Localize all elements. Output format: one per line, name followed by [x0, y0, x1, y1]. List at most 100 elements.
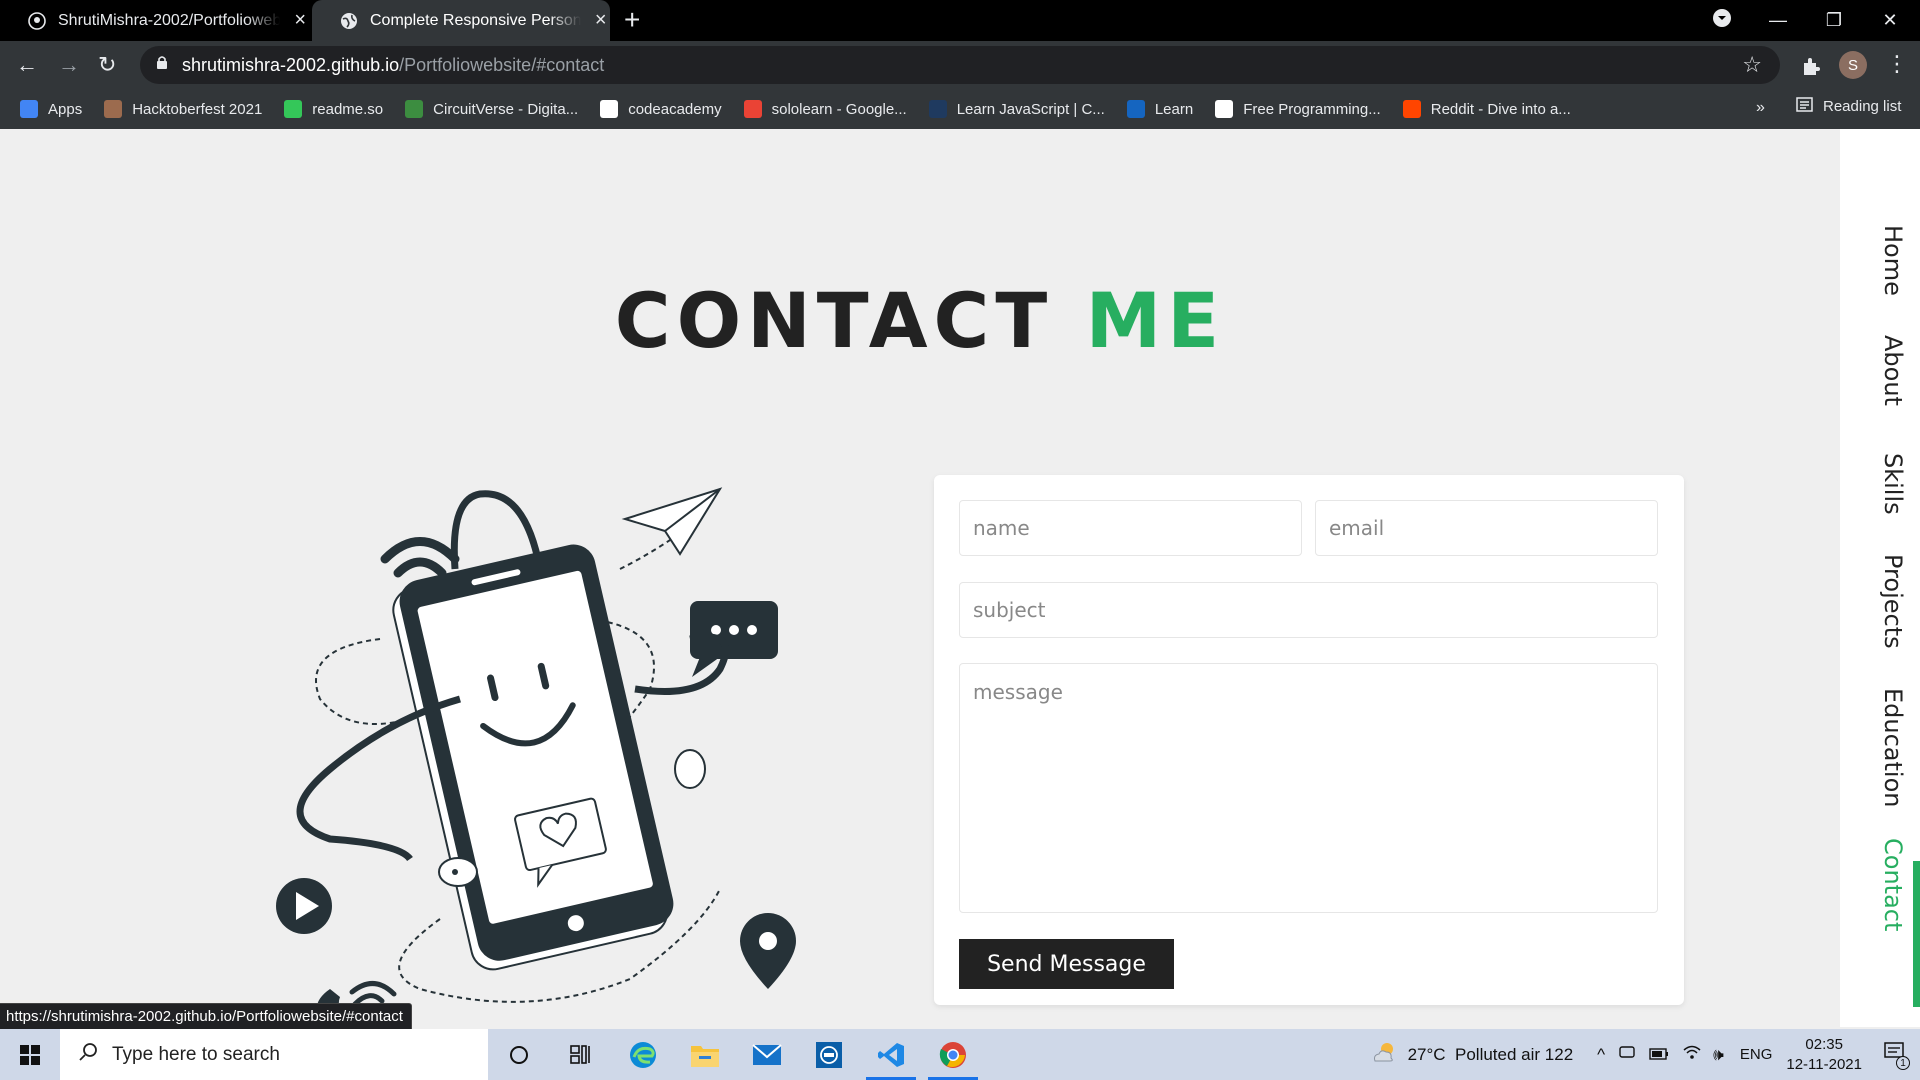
taskbar-search[interactable]: Type here to search — [60, 1029, 488, 1080]
bookmark-label: CircuitVerse - Digita... — [433, 100, 579, 118]
tab-portfolio[interactable]: Complete Responsive Personal Portfolio × — [312, 0, 610, 41]
bookmark-item[interactable]: Apps — [20, 100, 82, 118]
tab-github[interactable]: ShrutiMishra-2002/Portfoliowebsite × — [0, 0, 310, 41]
wifi-status-icon[interactable] — [1683, 1044, 1701, 1065]
forward-icon[interactable]: → — [58, 51, 80, 79]
bookmark-item[interactable]: Free Programming... — [1215, 100, 1381, 118]
profile-avatar[interactable]: S — [1839, 51, 1867, 79]
bookmarks-overflow-button[interactable]: » — [1756, 99, 1765, 117]
reload-icon[interactable]: ↻ — [98, 51, 116, 79]
browser-toolbar: ← → ↻ shrutimishra-2002.github.io/Portfo… — [0, 41, 1920, 89]
new-tab-button[interactable]: + — [624, 6, 640, 34]
language-indicator[interactable]: ENG — [1740, 1046, 1773, 1063]
bookmark-label: codeacademy — [628, 100, 722, 118]
paper-plane-icon — [621, 487, 723, 556]
tab-title: Complete Responsive Personal Portfolio — [370, 11, 582, 29]
close-tab-icon[interactable]: × — [591, 9, 610, 32]
bookmark-label: Reddit - Dive into a... — [1430, 100, 1571, 118]
meet-now-icon[interactable] — [1619, 1044, 1635, 1065]
bookmark-item[interactable]: codeacademy — [600, 100, 722, 118]
bookmark-item[interactable]: Hacktoberfest 2021 — [104, 100, 262, 118]
heading-accent: ME — [1085, 276, 1226, 365]
start-button[interactable] — [0, 1029, 60, 1080]
nav-about[interactable]: About — [1840, 335, 1920, 406]
bookmark-item[interactable]: sololearn - Google... — [743, 100, 907, 118]
windows-logo-icon — [20, 1044, 40, 1065]
earbud-left — [438, 857, 478, 887]
maximize-icon[interactable]: ❐ — [1806, 10, 1862, 31]
nav-education[interactable]: Education — [1840, 688, 1920, 807]
lock-icon[interactable] — [156, 55, 168, 75]
nav-projects[interactable]: Projects — [1840, 554, 1920, 649]
weather-icon[interactable] — [1372, 1041, 1398, 1068]
message-field[interactable] — [959, 663, 1658, 913]
cortana-icon[interactable] — [488, 1029, 550, 1080]
nav-label: About — [1879, 335, 1907, 406]
bookmark-label: Hacktoberfest 2021 — [132, 100, 263, 118]
bookmark-star-icon[interactable]: ☆ — [1742, 52, 1762, 78]
nav-skills[interactable]: Skills — [1840, 453, 1920, 515]
reading-list-button[interactable]: Reading list — [1796, 97, 1901, 116]
clock-date: 12-11-2021 — [1786, 1055, 1862, 1073]
nav-home[interactable]: Home — [1840, 225, 1920, 296]
bookmark-item[interactable]: Learn — [1126, 100, 1193, 118]
contact-form: Send Message — [934, 475, 1684, 1005]
windows-taskbar: Type here to search 27°C Polluted air 12… — [0, 1029, 1920, 1080]
apps-grid-icon — [20, 100, 38, 118]
bookmark-item[interactable]: Learn JavaScript | C... — [928, 100, 1105, 118]
bookmark-favicon-icon — [600, 100, 619, 118]
bookmark-favicon-icon — [104, 100, 123, 118]
volume-icon[interactable]: 🕪 — [1713, 1045, 1724, 1065]
minimize-icon[interactable]: — — [1750, 10, 1806, 31]
nav-label: Education — [1879, 688, 1907, 808]
bookmark-item[interactable]: CircuitVerse - Digita... — [405, 100, 578, 118]
nav-label: Contact — [1879, 838, 1907, 932]
bookmark-favicon-icon — [1215, 100, 1234, 118]
dell-app-icon[interactable] — [798, 1029, 860, 1080]
nav-contact[interactable]: Contact — [1840, 838, 1920, 931]
bookmarks-bar: Apps Hacktoberfest 2021 readme.so CircuitVe… — [0, 89, 1920, 129]
nav-label: Skills — [1879, 453, 1907, 515]
reading-list-icon — [1796, 97, 1813, 116]
bookmark-favicon-icon — [284, 100, 303, 118]
send-message-button[interactable]: Send Message — [959, 939, 1174, 989]
chrome-icon[interactable] — [922, 1029, 984, 1080]
browser-menu-icon[interactable]: ⋮ — [1886, 51, 1908, 77]
file-explorer-icon[interactable] — [674, 1029, 736, 1080]
subject-field[interactable] — [959, 582, 1658, 638]
bookmark-item[interactable]: Reddit - Dive into a... — [1402, 100, 1571, 118]
tab-search-icon[interactable] — [1694, 8, 1750, 33]
side-navigation: Home About Skills Projects Education Con… — [1840, 129, 1920, 1027]
section-heading: CONTACT ME — [0, 276, 1840, 365]
nav-label: Home — [1879, 225, 1907, 296]
extensions-icon[interactable] — [1800, 55, 1822, 82]
search-icon — [78, 1042, 98, 1068]
bookmark-label: readme.so — [312, 100, 384, 118]
bookmark-favicon-icon — [405, 100, 424, 118]
earbud-right — [674, 749, 706, 789]
email-field[interactable] — [1315, 500, 1658, 556]
close-window-icon[interactable]: ✕ — [1862, 10, 1918, 31]
close-tab-icon[interactable]: × — [290, 9, 310, 32]
vscode-icon[interactable] — [860, 1029, 922, 1080]
clock[interactable]: 02:35 12-11-2021 — [1786, 1035, 1862, 1075]
nav-label: Projects — [1879, 554, 1907, 649]
name-field[interactable] — [959, 500, 1302, 556]
bookmark-label: Learn JavaScript | C... — [956, 100, 1105, 118]
bookmark-favicon-icon — [1126, 100, 1145, 118]
bookmark-favicon-icon — [1402, 100, 1421, 118]
address-bar[interactable]: shrutimishra-2002.github.io/Portfolioweb… — [140, 46, 1780, 84]
bookmark-item[interactable]: readme.so — [284, 100, 383, 118]
chevron-up-icon[interactable]: ^ — [1597, 1045, 1605, 1065]
notifications-icon[interactable]: 1 — [1884, 1041, 1910, 1070]
edge-icon[interactable] — [612, 1029, 674, 1080]
reading-list-label: Reading list — [1823, 98, 1902, 115]
search-placeholder: Type here to search — [112, 1043, 280, 1065]
task-view-icon[interactable] — [550, 1029, 612, 1080]
bookmark-label: sololearn - Google... — [771, 100, 907, 118]
battery-icon[interactable] — [1649, 1045, 1669, 1065]
back-icon[interactable]: ← — [16, 51, 38, 79]
weather-text[interactable]: 27°C Polluted air 122 — [1408, 1045, 1574, 1065]
mail-icon[interactable] — [736, 1029, 798, 1080]
bookmark-favicon-icon — [743, 100, 762, 118]
